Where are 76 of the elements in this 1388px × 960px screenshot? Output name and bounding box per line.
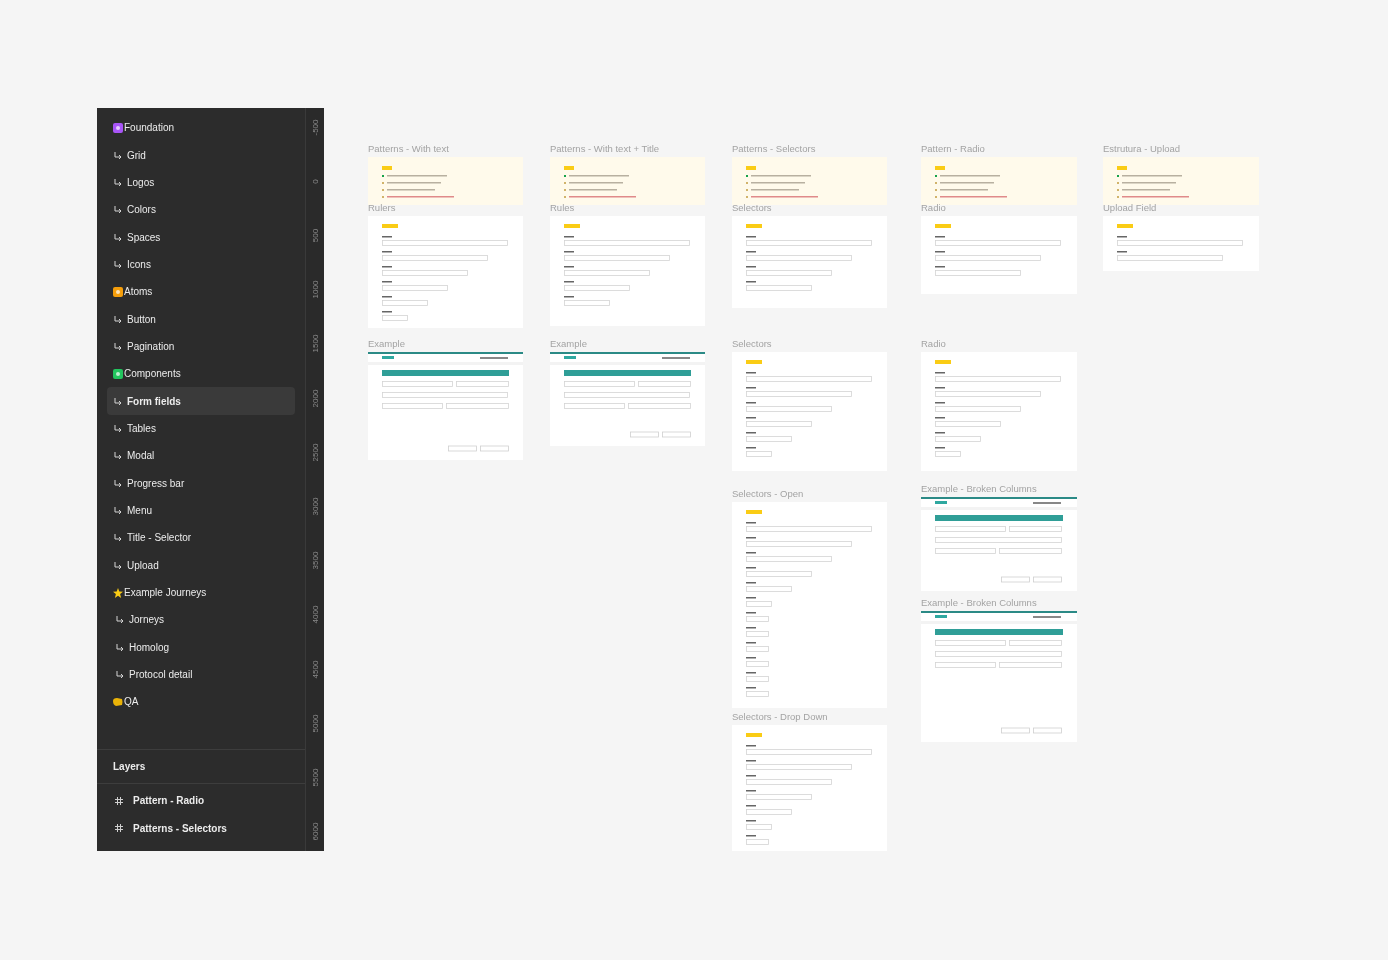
layer-item[interactable]: Pattern - Radio — [115, 787, 287, 815]
ruler-label: 1500 — [311, 334, 320, 353]
page-item[interactable]: Upload — [107, 551, 295, 579]
frame-title: Example — [550, 338, 587, 349]
page-item[interactable]: Title - Selector — [107, 524, 295, 552]
ruler-label: 5000 — [311, 714, 320, 733]
child-arrow-icon — [114, 507, 122, 514]
child-arrow-icon — [114, 534, 122, 542]
page-item[interactable]: Example Journeys — [107, 578, 295, 607]
child-arrow-icon — [114, 178, 122, 186]
frame-title: Radio — [921, 338, 946, 349]
child-arrow-icon — [114, 397, 122, 405]
child-arrow-icon — [114, 479, 122, 487]
child-arrow-icon — [116, 616, 124, 624]
frame-icon — [115, 796, 123, 805]
page-item[interactable]: Modal — [107, 442, 295, 470]
page-item[interactable]: Logos — [107, 168, 295, 197]
page-item[interactable]: Pagination — [107, 332, 295, 361]
page-item[interactable]: Homolog — [107, 633, 295, 661]
child-arrow-icon — [114, 424, 122, 432]
child-arrow-icon — [116, 671, 124, 679]
frame-title: Selectors - Open — [732, 488, 804, 499]
ruler-label: -500 — [311, 119, 320, 135]
page-item[interactable]: Components — [107, 360, 295, 388]
child-arrow-icon — [116, 643, 124, 651]
page-item[interactable]: Protocol detail — [107, 660, 295, 689]
page-item[interactable]: Spaces — [107, 223, 295, 251]
child-arrow-icon — [114, 151, 122, 159]
frame-title: Pattern - Radio — [921, 143, 985, 154]
page-item[interactable]: Tables — [107, 414, 295, 443]
page-item[interactable]: Grid — [107, 141, 295, 169]
page-item[interactable]: Menu — [107, 496, 295, 525]
frame-title: Patterns - Selectors — [732, 143, 816, 154]
page-item[interactable]: Progress bar — [107, 469, 295, 497]
frame-title: Example - Broken Columns — [921, 597, 1037, 608]
frame-title: Rulers — [368, 202, 396, 213]
frame-title: Example — [368, 338, 405, 349]
page-item[interactable]: Foundation — [107, 114, 295, 142]
ruler-label: 4000 — [311, 605, 320, 624]
child-arrow-icon — [114, 452, 122, 460]
child-arrow-icon — [114, 315, 122, 323]
frame-title: Selectors — [732, 202, 772, 213]
frame-title: Radio — [921, 202, 946, 213]
frame-title: Upload Field — [1103, 202, 1157, 213]
frame-title: Patterns - With text + Title — [550, 143, 660, 154]
ruler-label: 4500 — [311, 660, 320, 678]
frame-icon — [115, 824, 123, 832]
frame-title: Patterns - With text — [368, 143, 449, 154]
ruler-label: 0 — [311, 178, 320, 184]
frame-title: Example - Broken Columns — [921, 483, 1037, 494]
child-arrow-icon — [114, 561, 122, 569]
frame-title: Selectors - Drop Down — [732, 711, 828, 722]
ruler-label: 500 — [311, 228, 320, 243]
page-item[interactable]: QA — [107, 688, 295, 716]
layer-item[interactable]: Patterns - Selectors — [115, 814, 287, 842]
frame-title: Selectors — [732, 338, 772, 349]
child-arrow-icon — [114, 342, 122, 350]
page-item[interactable]: Icons — [107, 250, 295, 279]
ruler-label: 1000 — [311, 280, 320, 299]
child-arrow-icon — [114, 260, 122, 268]
page-item[interactable]: Jorneys — [107, 606, 295, 634]
page-item[interactable]: Form fields — [107, 387, 295, 415]
ruler-label: 6000 — [311, 822, 320, 841]
ruler-label: 3500 — [311, 551, 320, 570]
child-arrow-icon — [114, 233, 122, 241]
ruler-label: 3000 — [311, 497, 320, 516]
frame-title: Estrutura - Upload — [1103, 143, 1181, 154]
page-item[interactable]: Button — [107, 305, 295, 333]
ruler-label: 5500 — [311, 768, 320, 787]
page-item[interactable]: Atoms — [107, 278, 295, 306]
child-arrow-icon — [114, 206, 122, 214]
page-item[interactable]: Colors — [107, 196, 295, 224]
ruler-label: 2000 — [311, 389, 320, 407]
frame-title: Rules — [550, 202, 575, 213]
layers-heading: Layers — [113, 760, 146, 774]
ruler-label: 2500 — [311, 443, 320, 462]
